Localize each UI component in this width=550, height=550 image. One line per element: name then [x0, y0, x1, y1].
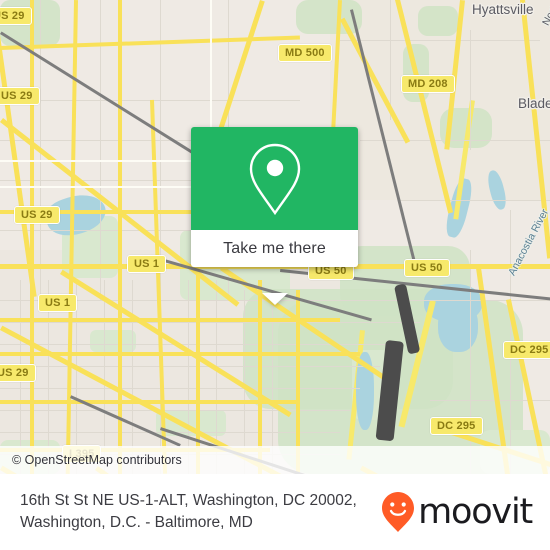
map-pin-icon	[249, 143, 300, 215]
map-shield-us50: US 50	[404, 259, 450, 277]
map-shield-us1: US 1	[38, 294, 78, 312]
map-shield-us29: US 29	[0, 364, 36, 382]
map-shield-md500: MD 500	[278, 44, 332, 62]
screenshot-root: Hyattsville Blade Anacostia River Nort U…	[0, 0, 550, 550]
footer-bar: 16th St St NE US-1-ALT, Washington, DC 2…	[0, 474, 550, 550]
map-shield-dc295: DC 295	[430, 417, 483, 435]
map-water	[438, 300, 478, 352]
popup-icon-area	[191, 127, 358, 230]
moovit-pin-logo-icon	[382, 492, 415, 532]
map-label-hyattsville: Hyattsville	[472, 2, 534, 17]
map-shield-us1: US 1	[127, 255, 167, 273]
map-park	[90, 330, 136, 352]
map-park	[418, 6, 458, 36]
address-line-2: Washington, D.C. - Baltimore, MD	[20, 514, 253, 531]
moovit-wordmark: moovit	[418, 492, 533, 532]
popup-tail	[262, 293, 288, 305]
take-me-there-label: Take me there	[223, 239, 326, 257]
moovit-logo: moovit	[381, 491, 533, 533]
osm-attribution-text: © OpenStreetMap contributors	[12, 453, 182, 467]
map-shield-md208: MD 208	[401, 75, 455, 93]
map-shield-us29: US 29	[14, 206, 60, 224]
map-attribution-bar: © OpenStreetMap contributors	[0, 446, 550, 474]
map-shield-us29: US 29	[0, 87, 40, 105]
address-block: 16th St St NE US-1-ALT, Washington, DC 2…	[20, 490, 357, 534]
map-shield-us29: US 29	[0, 7, 32, 25]
destination-popup[interactable]: Take me there	[191, 127, 358, 305]
address-line-1: 16th St St NE US-1-ALT, Washington, DC 2…	[20, 492, 357, 509]
take-me-there-button[interactable]: Take me there	[191, 230, 358, 267]
map-canvas[interactable]: Hyattsville Blade Anacostia River Nort U…	[0, 0, 550, 474]
map-shield-dc295: DC 295	[503, 341, 550, 359]
map-label-bladensburg: Blade	[518, 96, 550, 111]
